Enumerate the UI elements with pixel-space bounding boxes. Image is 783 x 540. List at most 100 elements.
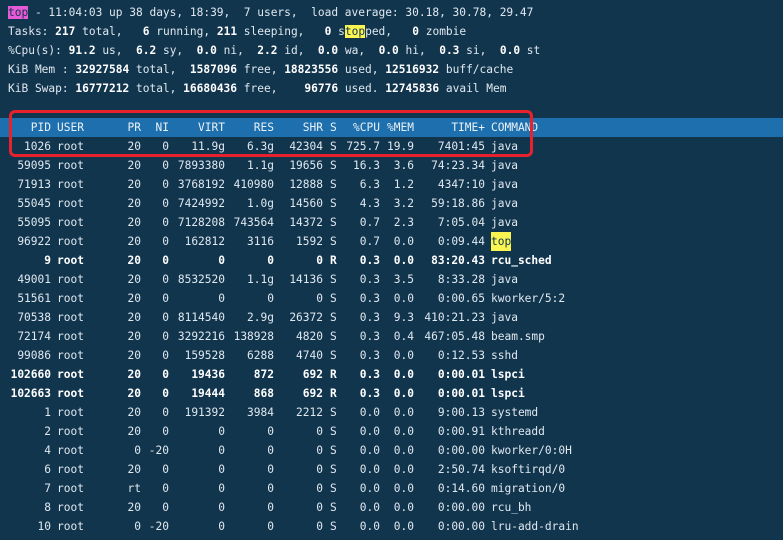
- command-cell: kworker/0:0H: [491, 444, 572, 457]
- uptime-text: - 11:04:03 up 38 days, 18:39, 7 users, l…: [28, 6, 534, 19]
- tasks-label: Tasks:: [8, 25, 56, 38]
- cpu-label: ni,: [216, 44, 258, 57]
- time-cell: 7:05.04: [437, 216, 485, 229]
- command-cell: java: [491, 197, 518, 210]
- pid-cell: 102660: [10, 368, 51, 381]
- annotation-box: [9, 110, 533, 157]
- table-row[interactable]: 9 root 20 0 0 0 0 R 0.3 0.0 83:20.43 rcu_sched: [0, 251, 783, 270]
- command-cell: lru-add-drain: [491, 520, 579, 533]
- mem-cell: 9.3: [393, 311, 414, 324]
- time-cell: 4347:10: [437, 178, 485, 191]
- table-row[interactable]: 55095 root 20 0 7128208 743564 14372 S 0.7 2.3 7:0…: [0, 213, 783, 232]
- table-row[interactable]: 72174 root 20 0 3292216 138928 4820 S 0.3 0.4 467:…: [0, 327, 783, 346]
- pid-cell: 7: [44, 482, 51, 495]
- table-row[interactable]: 55045 root 20 0 7424992 1.0g 14560 S 4.3 3.2 59:18…: [0, 194, 783, 213]
- table-row[interactable]: 96922 root 20 0 162812 3116 1592 S 0.7 0.0 0:09.44…: [0, 232, 783, 251]
- pid-cell: 102663: [10, 387, 51, 400]
- mem-cell: 0.0: [393, 292, 414, 305]
- time-cell: 0:14.60: [437, 482, 485, 495]
- cpu-label: us,: [95, 44, 136, 57]
- pid-cell: 1: [44, 406, 51, 419]
- pid-cell: 4: [44, 444, 51, 457]
- time-cell: 2:50.74: [437, 463, 485, 476]
- mem-free: 1587096: [189, 63, 238, 76]
- mem-cell: 0.0: [393, 444, 414, 457]
- mem-cell: 0.4: [393, 330, 414, 343]
- pid-cell: 9: [44, 254, 51, 267]
- command-cell: lspci: [491, 387, 525, 400]
- table-row[interactable]: 6 root 20 0 0 0 0 S 0.0 0.0 2:50.74 ksoftirqd/0: [0, 460, 783, 479]
- mem-cell: 3.5: [393, 273, 414, 286]
- command-cell: java: [491, 216, 518, 229]
- cpu-hi: 0.0: [378, 44, 399, 57]
- command-cell: java: [491, 311, 518, 324]
- table-row[interactable]: 51561 root 20 0 0 0 0 S 0.3 0.0 0:00.65 kworker/5:2: [0, 289, 783, 308]
- swap-used: 96776: [304, 82, 339, 95]
- table-row[interactable]: 70538 root 20 0 8114540 2.9g 26372 S 0.3 9.3 410:2…: [0, 308, 783, 327]
- pid-cell: 96922: [17, 235, 51, 248]
- table-row[interactable]: 2 root 20 0 0 0 0 S 0.0 0.0 0:00.91 kthreadd: [0, 422, 783, 441]
- cpu-label: id,: [277, 44, 318, 57]
- tasks-sleeping: 211: [216, 25, 238, 38]
- mem-cell: 0.0: [393, 349, 414, 362]
- table-row[interactable]: 102663 root 20 0 19444 868 692 R 0.3 0.0 0:00.01 ls…: [0, 384, 783, 403]
- cpu-si: 0.3: [439, 44, 460, 57]
- time-cell: 0:00.01: [437, 387, 485, 400]
- time-cell: 467:05.48: [424, 330, 485, 343]
- pid-cell: 8: [44, 501, 51, 514]
- swap-avail: 12745836: [385, 82, 440, 95]
- mem-used: 18823556: [284, 63, 339, 76]
- pid-cell: 10: [37, 520, 51, 533]
- pid-cell: 72174: [17, 330, 51, 343]
- swap-total: 16777212: [75, 82, 130, 95]
- table-row[interactable]: 7 root rt 0 0 0 0 S 0.0 0.0 0:14.60 migration/0: [0, 479, 783, 498]
- tasks-label: running,: [149, 25, 217, 38]
- mem-cell: 3.6: [393, 159, 414, 172]
- time-cell: 0:00.00: [437, 520, 485, 533]
- table-row[interactable]: 4 root 0 -20 0 0 0 S 0.0 0.0 0:00.00 kworker/0:0H: [0, 441, 783, 460]
- cpu-ni: 0.0: [196, 44, 217, 57]
- table-row[interactable]: 59095 root 20 0 7893380 1.1g 19656 S 16.3 3.6 74:2…: [0, 156, 783, 175]
- swap-label: avail Mem: [439, 82, 507, 95]
- search-highlight: top: [344, 25, 366, 38]
- cpu-st: 0.0: [499, 44, 521, 57]
- swap-label: free,: [237, 82, 305, 95]
- terminal-window[interactable]: top - 11:04:03 up 38 days, 18:39, 7 user…: [0, 0, 783, 540]
- tasks-label: s: [331, 25, 345, 38]
- pid-cell: 49001: [17, 273, 51, 286]
- mem-cell: 0.0: [393, 254, 414, 267]
- time-cell: 0:12.53: [437, 349, 485, 362]
- tasks-label: total,: [75, 25, 143, 38]
- table-row[interactable]: 102660 root 20 0 19436 872 692 R 0.3 0.0 0:00.01 ls…: [0, 365, 783, 384]
- mem-cell: 1.2: [393, 178, 414, 191]
- table-row[interactable]: 71913 root 20 0 3768192 410980 12888 S 6.3 1.2 434…: [0, 175, 783, 194]
- mem-cell: 0.0: [393, 368, 414, 381]
- time-cell: 0:00.00: [437, 444, 485, 457]
- table-row[interactable]: 8 root 20 0 0 0 0 S 0.0 0.0 0:00.00 rcu_bh: [0, 498, 783, 517]
- mem-cache: 12516932: [385, 63, 440, 76]
- cpu-label: st: [520, 44, 541, 57]
- cpu-label: hi,: [398, 44, 440, 57]
- swap-free: 16680436: [183, 82, 238, 95]
- time-cell: 0:00.65: [437, 292, 485, 305]
- tasks-label: zombie: [418, 25, 467, 38]
- table-row[interactable]: 99086 root 20 0 159528 6288 4740 S 0.3 0.0 0:12.53…: [0, 346, 783, 365]
- cpu-label: %Cpu(s):: [8, 44, 69, 57]
- time-cell: 0:00.01: [437, 368, 485, 381]
- pid-cell: 51561: [17, 292, 51, 305]
- swap-label: KiB Swap:: [8, 82, 76, 95]
- tasks-line: Tasks: 217 total, 6 running, 211 sleepin…: [8, 22, 466, 41]
- tasks-zombie: 0: [412, 25, 419, 38]
- mem-label: KiB Mem :: [8, 63, 76, 76]
- time-cell: 74:23.34: [431, 159, 485, 172]
- mem-label: total,: [129, 63, 190, 76]
- time-cell: 410:21.23: [424, 311, 485, 324]
- table-row[interactable]: 10 root 0 -20 0 0 0 S 0.0 0.0 0:00.00 lru-add-drain: [0, 517, 783, 536]
- table-row[interactable]: 49001 root 20 0 8532520 1.1g 14136 S 0.3 3.5 8:33.…: [0, 270, 783, 289]
- command-cell: rcu_sched: [491, 254, 552, 267]
- mem-cell: 0.0: [393, 235, 414, 248]
- command-cell: java: [491, 178, 518, 191]
- command-cell: kthreadd: [491, 425, 545, 438]
- command-cell: systemd: [491, 406, 539, 419]
- table-row[interactable]: 1 root 20 0 191392 3984 2212 S 0.0 0.0 9:00.13 syst…: [0, 403, 783, 422]
